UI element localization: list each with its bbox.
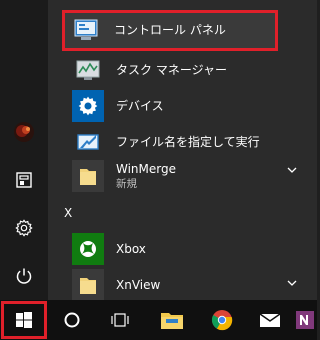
cortana-button[interactable]: [52, 300, 92, 340]
task-view-button[interactable]: [100, 300, 140, 340]
mail-button[interactable]: [250, 300, 290, 340]
onenote-icon: [296, 311, 314, 329]
chevron-down-icon[interactable]: [287, 279, 297, 287]
folder-icon: [72, 268, 104, 301]
taskbar: [0, 300, 317, 340]
menu-item-xnview[interactable]: XnView: [64, 265, 317, 304]
menu-item-task-manager[interactable]: タスク マネージャー: [64, 50, 317, 89]
cortana-circle-icon: [64, 312, 80, 328]
chrome-button[interactable]: [200, 300, 244, 340]
menu-item-label: XnView: [116, 277, 161, 292]
menu-item-sublabel: 新規: [116, 177, 137, 190]
menu-item-label: WinMerge: [116, 161, 176, 176]
start-highlight-box: [1, 301, 47, 339]
start-menu-app-list: コントロール パネル タスク マネージャー デバイス ファイル名を指定して実行 …: [48, 0, 317, 301]
folder-icon: [72, 160, 104, 192]
menu-item-devices[interactable]: デバイス: [64, 86, 317, 125]
settings-icon: [15, 219, 33, 237]
task-view-icon: [111, 313, 129, 327]
user-avatar-button[interactable]: [0, 112, 48, 152]
file-explorer-button[interactable]: [150, 300, 194, 340]
menu-item-label: ファイル名を指定して実行: [116, 135, 260, 149]
documents-icon: [16, 172, 32, 188]
run-icon: [72, 126, 104, 158]
mail-icon: [259, 313, 281, 327]
settings-button[interactable]: [0, 208, 48, 248]
highlight-box: [62, 10, 278, 51]
file-explorer-icon: [161, 313, 183, 329]
user-avatar-icon: [14, 122, 34, 142]
power-button[interactable]: [0, 256, 48, 296]
onenote-button[interactable]: [294, 300, 317, 340]
section-letter[interactable]: X: [64, 206, 72, 220]
menu-item-winmerge[interactable]: WinMerge 新規: [64, 158, 317, 194]
chrome-icon: [211, 310, 233, 331]
xbox-icon: [72, 232, 104, 265]
menu-item-label: デバイス: [116, 99, 164, 113]
menu-item-label: Xbox: [116, 241, 146, 256]
power-icon: [16, 268, 32, 284]
start-left-rail: [0, 0, 48, 300]
documents-button[interactable]: [0, 160, 48, 200]
menu-item-xbox[interactable]: Xbox: [64, 229, 317, 268]
chevron-down-icon[interactable]: [287, 166, 297, 174]
task-manager-icon: [72, 54, 104, 86]
gear-icon: [72, 89, 104, 122]
menu-item-label: タスク マネージャー: [116, 63, 227, 77]
menu-item-run[interactable]: ファイル名を指定して実行: [64, 122, 317, 161]
